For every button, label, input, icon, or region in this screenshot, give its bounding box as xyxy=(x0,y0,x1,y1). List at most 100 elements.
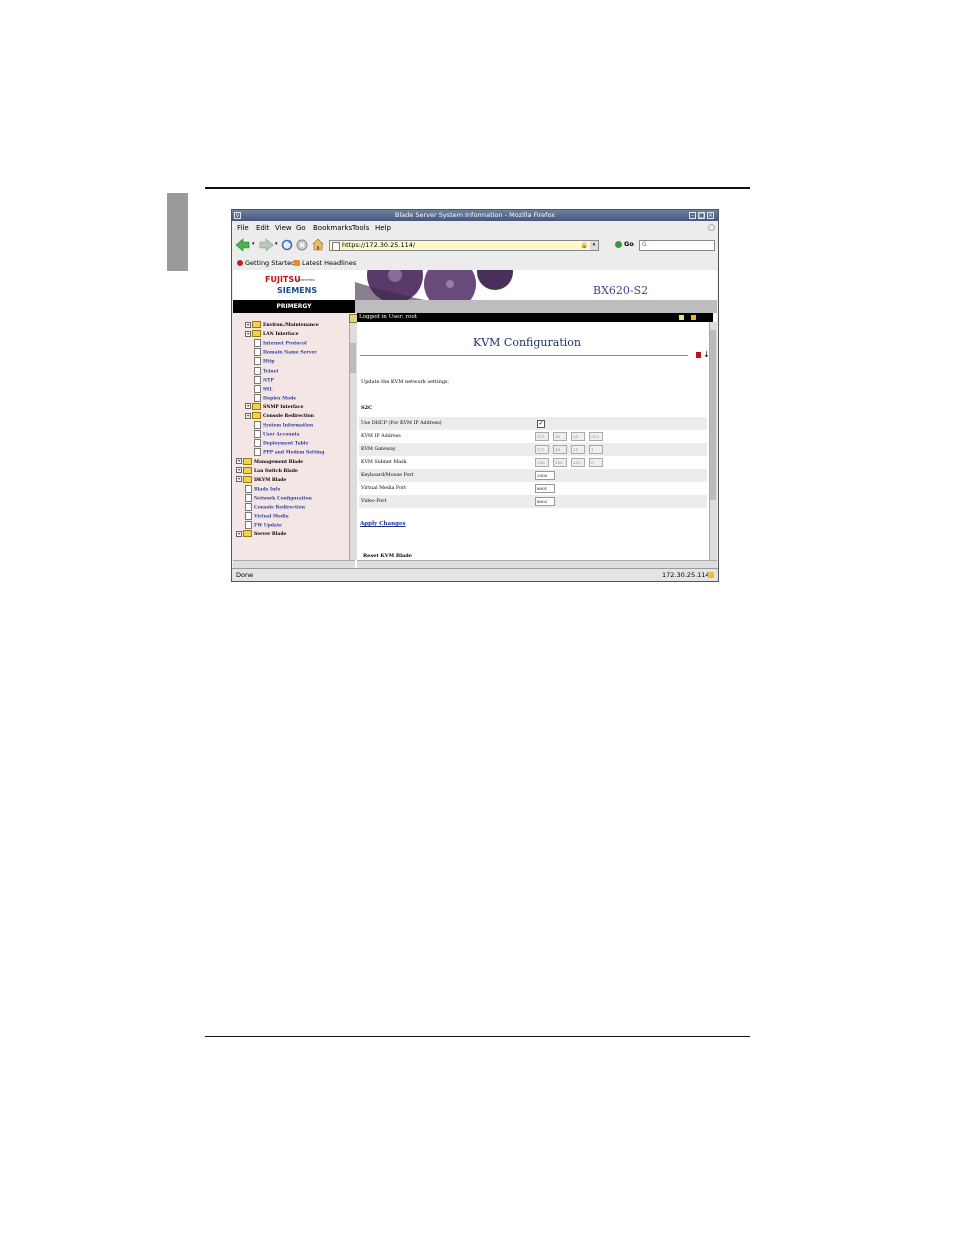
tree-item[interactable]: Domain Name Server xyxy=(254,348,317,357)
tree-scroll-thumb[interactable] xyxy=(350,343,356,373)
expand-icon[interactable]: + xyxy=(236,467,242,474)
tree-item[interactable]: FW Update xyxy=(245,521,282,530)
ip-octet-4[interactable]: 213 xyxy=(589,432,603,441)
gateway-octet-1[interactable]: 172 xyxy=(535,445,549,454)
document-icon xyxy=(254,366,261,375)
search-input[interactable]: G xyxy=(639,240,715,251)
main-panel: Logged in User: root KVM Configuration ↓… xyxy=(357,313,717,560)
expand-icon[interactable]: + xyxy=(236,530,242,537)
tree-item[interactable]: + Lan Switch Blade xyxy=(236,466,298,474)
back-arrow-icon[interactable] xyxy=(235,238,251,252)
tree-item-label: Http xyxy=(263,359,275,365)
menu-edit[interactable]: Edit xyxy=(256,222,270,234)
ip-octet-1[interactable]: 172 xyxy=(535,432,549,441)
main-scroll-thumb[interactable] xyxy=(710,330,716,500)
expand-icon[interactable]: + xyxy=(245,412,251,419)
tree-item[interactable]: SSL xyxy=(254,384,273,393)
header-banner: FUJITSU COMPUTERS SIEMENS BX620-S2 xyxy=(233,270,717,300)
tree-item[interactable]: Http xyxy=(254,357,275,366)
stop-icon[interactable] xyxy=(296,239,308,251)
go-button[interactable]: Go xyxy=(624,240,634,248)
bookmark-getting-started[interactable]: Getting Started xyxy=(245,257,295,269)
tree-item[interactable]: System Information xyxy=(254,421,313,430)
url-dropdown-icon[interactable]: ▾ xyxy=(590,241,598,250)
url-bar[interactable]: https://172.30.25.114/ 🔒 ▾ xyxy=(329,240,599,251)
virtual-media-port-input[interactable]: 8001 xyxy=(535,484,555,493)
tree-item[interactable]: + LAN Interface xyxy=(245,330,298,338)
mask-octet-4[interactable]: 0 xyxy=(589,458,603,467)
banner-bar xyxy=(355,300,717,313)
status-host: 172.30.25.114 xyxy=(662,571,710,579)
document-icon xyxy=(254,448,261,457)
bookmark-latest-headlines[interactable]: Latest Headlines xyxy=(302,257,356,269)
video-port-input[interactable]: 8002 xyxy=(535,497,555,506)
tree-horizontal-scrollbar[interactable] xyxy=(233,560,355,568)
tree-item[interactable]: Blade Info xyxy=(245,484,280,493)
expand-icon[interactable]: + xyxy=(236,458,242,464)
dhcp-checkbox[interactable]: ✓ xyxy=(537,420,545,428)
tree-item[interactable]: Internet Protocol xyxy=(254,339,307,348)
tree-scrollbar[interactable] xyxy=(349,321,357,560)
mask-octet-1[interactable]: 255 xyxy=(535,458,549,467)
expand-icon[interactable]: + xyxy=(245,403,251,410)
menu-bookmarks[interactable]: Bookmarks xyxy=(313,222,352,234)
forward-arrow-icon[interactable] xyxy=(258,238,274,252)
main-horizontal-scrollbar[interactable] xyxy=(357,560,717,568)
help-icon[interactable] xyxy=(679,315,684,320)
tree-item[interactable]: PPP and Modem Setting xyxy=(254,448,324,457)
rss-feed-icon xyxy=(294,260,300,266)
gateway-octet-2[interactable]: 30 xyxy=(553,445,567,454)
keyboard-port-input[interactable]: 2000 xyxy=(535,471,555,480)
minimize-icon[interactable]: – xyxy=(689,212,696,219)
tree-item-label: Duplex Mode xyxy=(263,396,297,402)
tree-item[interactable]: + Server Blade xyxy=(236,530,286,538)
ip-octet-2[interactable]: 30 xyxy=(553,432,567,441)
menu-tools[interactable]: Tools xyxy=(352,222,369,234)
main-scrollbar[interactable] xyxy=(709,322,717,560)
gateway-octet-3[interactable]: 25 xyxy=(571,445,585,454)
reload-icon[interactable] xyxy=(281,239,293,251)
chapter-tab xyxy=(167,193,188,271)
tree-item[interactable]: Deployment Table xyxy=(254,439,308,448)
expand-icon[interactable]: + xyxy=(245,330,251,337)
back-dropdown-icon[interactable]: ▾ xyxy=(252,241,255,247)
mask-octet-2[interactable]: 255 xyxy=(553,458,567,467)
menu-go[interactable]: Go xyxy=(296,222,306,234)
tree-item[interactable]: Duplex Mode xyxy=(254,393,297,402)
apply-changes-link[interactable]: Apply Changes xyxy=(360,521,406,527)
tree-item[interactable]: + DKVM Blade xyxy=(236,475,287,483)
menu-help[interactable]: Help xyxy=(375,222,391,234)
tree-item[interactable]: Virtual Media xyxy=(245,512,289,521)
print-icon[interactable] xyxy=(696,352,701,358)
document-icon xyxy=(254,393,261,402)
tree-item[interactable]: + Management Blade xyxy=(236,457,303,465)
tree-item-label: DKVM Blade xyxy=(254,477,287,483)
tree-item[interactable]: + Console Redirection xyxy=(245,412,314,419)
tree-item[interactable]: + Environ./Maintenance xyxy=(245,321,319,328)
tree-item[interactable]: Telnet xyxy=(254,366,279,375)
logout-icon[interactable] xyxy=(691,315,696,320)
tree-item[interactable]: User Accounts xyxy=(254,430,299,439)
status-text: Done xyxy=(236,571,254,579)
tree-item-label: Domain Name Server xyxy=(263,350,317,356)
document-icon xyxy=(245,503,252,511)
tree-item[interactable]: Network Configuration xyxy=(245,493,312,502)
keyboard-port-label: Keyboard/Mouse Port xyxy=(361,473,414,478)
close-icon[interactable]: × xyxy=(707,212,714,219)
mask-octet-3[interactable]: 252 xyxy=(571,458,585,467)
tree-item-label: Network Configuration xyxy=(254,496,312,502)
go-icon[interactable] xyxy=(615,241,622,248)
home-icon[interactable] xyxy=(312,238,324,251)
menu-file[interactable]: File xyxy=(237,222,249,234)
tree-item[interactable]: Console Redirection xyxy=(245,503,305,511)
gateway-octet-4[interactable]: 1 xyxy=(589,445,603,454)
ip-octet-3[interactable]: 25 xyxy=(571,432,585,441)
menu-view[interactable]: View xyxy=(275,222,292,234)
maximize-icon[interactable]: □ xyxy=(698,212,705,219)
tree-item[interactable]: NTP xyxy=(254,375,274,384)
expand-icon[interactable]: + xyxy=(236,476,242,483)
forward-dropdown-icon[interactable]: ▾ xyxy=(275,241,278,247)
page-bottom-rule xyxy=(205,1036,750,1037)
tree-item[interactable]: + SNMP Interface xyxy=(245,402,303,410)
expand-icon[interactable]: + xyxy=(245,321,251,328)
